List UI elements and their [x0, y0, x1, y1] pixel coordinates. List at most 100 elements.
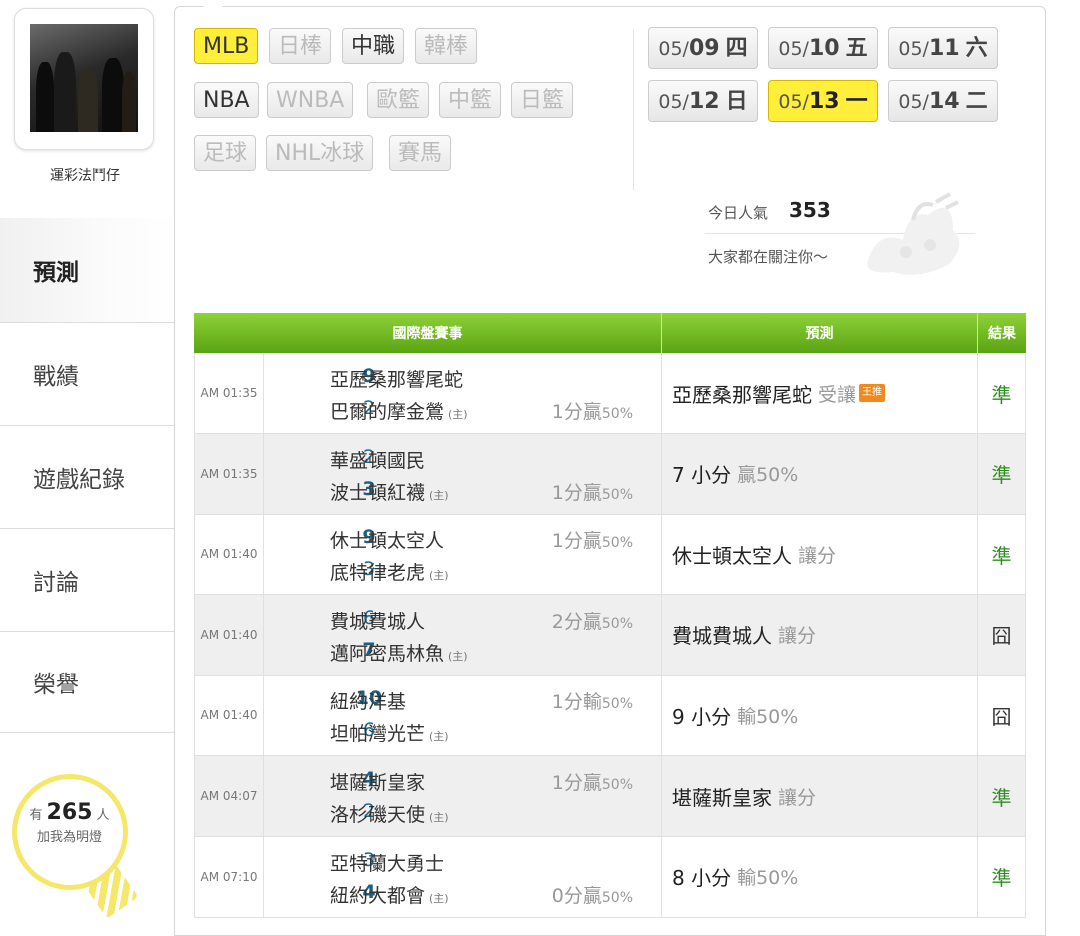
home-team-wrap[interactable]: 巴爾的摩金鶯 (主) — [330, 397, 468, 424]
handicap-pct: 50% — [601, 696, 633, 713]
prediction-note: 讓分 — [798, 544, 837, 567]
prediction-pick: 7 小分 — [672, 463, 732, 488]
handicap-line: 1分贏50% — [552, 478, 633, 505]
nav-label: 遊戲紀錄 — [33, 466, 125, 493]
home-team-wrap[interactable]: 坦帕灣光芒 (主) — [330, 719, 449, 746]
table-row: AM 04:07 4 堪薩斯皇家 2 洛杉磯天使 (主) 1分贏50% 堪薩斯皇家 讓分準 — [194, 756, 1026, 837]
result-mark: 囧 — [978, 675, 1026, 756]
nav-item-prediction[interactable]: 預測 — [0, 218, 175, 322]
avatar-image — [30, 24, 138, 132]
table-row: AM 01:35 2 華盛頓國民 3 波士頓紅襪 (主) 1分贏50% 7 小分 贏50% 準 — [194, 433, 1026, 515]
home-team-wrap[interactable]: 洛杉磯天使 (主) — [330, 800, 449, 827]
away-team[interactable]: 費城費城人 — [330, 607, 425, 634]
nav-label: 榮譽 — [33, 672, 79, 698]
handicap-pct: 50% — [601, 777, 633, 793]
home-mark: (主) — [448, 408, 468, 421]
home-team-wrap[interactable]: 波士頓紅襪 (主) — [330, 478, 449, 505]
table-header: 國際盤賽事 預測 結果 — [194, 313, 1026, 353]
sport-tab-soccer[interactable]: 足球 — [194, 135, 257, 171]
game-cell: 9 休士頓太空人 3 底特律老虎 (主) 1分贏50% — [264, 514, 662, 595]
fan-suffix: 人 — [96, 808, 110, 823]
avatar[interactable] — [14, 8, 154, 150]
game-cell: 2 華盛頓國民 3 波士頓紅襪 (主) 1分贏50% — [264, 433, 662, 514]
handicap-line: 1分贏50% — [552, 768, 633, 795]
sport-tab-cpbl[interactable]: 中職 — [342, 28, 405, 64]
home-team: 波士頓紅襪 — [330, 481, 426, 504]
game-time: AM 01:35 — [194, 433, 264, 514]
sport-tab-kbo[interactable]: 韓棒 — [415, 28, 478, 64]
nav-label: 預測 — [33, 260, 79, 286]
sport-tab-horse-racing[interactable]: 賽馬 — [389, 135, 452, 171]
handicap-pct: 50% — [601, 486, 633, 503]
nav-label: 討論 — [33, 569, 79, 596]
prediction-cell: 休士頓太空人 讓分 — [662, 514, 978, 595]
date-button-0510[interactable]: 05/10 五 — [768, 27, 878, 69]
nav-item-discussion[interactable]: 討論 — [0, 528, 175, 630]
nav-item-game-history[interactable]: 遊戲紀錄 — [0, 425, 175, 527]
date-button-0509[interactable]: 05/09 四 — [648, 27, 758, 69]
nav-label: 戰績 — [33, 363, 79, 390]
handicap-value: 1分贏 — [551, 530, 602, 553]
home-team: 坦帕灣光芒 — [330, 723, 426, 746]
sport-tab-nba[interactable]: NBA — [194, 82, 259, 118]
username[interactable]: 運彩法鬥仔 — [0, 165, 170, 185]
table-row: AM 01:40 6 費城費城人 7 邁阿密馬林魚 (主) 2分贏50% 費城費城人 讓分囧 — [194, 594, 1026, 676]
home-team: 邁阿密馬林魚 — [330, 642, 445, 665]
game-cell: 6 費城費城人 7 邁阿密馬林魚 (主) 2分贏50% — [264, 594, 662, 675]
fan-lightbulb[interactable]: 有 265 人 加我為明燈 — [10, 772, 140, 922]
prediction-cell: 7 小分 贏50% — [662, 433, 978, 514]
prediction-note: 輸50% — [737, 867, 799, 890]
sport-tab-china-basketball[interactable]: 中籃 — [439, 82, 502, 118]
prediction-pick: 8 小分 — [672, 866, 732, 891]
sport-tab-mlb[interactable]: MLB — [194, 28, 259, 64]
home-team: 洛杉磯天使 — [330, 804, 426, 826]
table-row: AM 01:40 10 紐約洋基 6 坦帕灣光芒 (主) 1分輸50% 9 小分 輸50% 囧 — [194, 675, 1026, 757]
game-cell: 10 紐約洋基 6 坦帕灣光芒 (主) 1分輸50% — [264, 675, 662, 756]
handicap-value: 1分贏 — [551, 481, 602, 504]
result-mark: 準 — [978, 353, 1026, 433]
home-mark: (主) — [429, 569, 449, 583]
nav-item-honor[interactable]: 榮譽 — [0, 631, 175, 733]
date-button-0512[interactable]: 05/12 日 — [648, 80, 758, 122]
prediction-pick: 堪薩斯皇家 — [672, 785, 772, 810]
away-team[interactable]: 紐約洋基 — [330, 687, 406, 714]
handicap-pct: 50% — [601, 889, 633, 906]
handicap-pct: 50% — [601, 406, 633, 422]
game-time: AM 01:40 — [194, 675, 264, 756]
prediction-cell: 亞歷桑那響尾蛇 受讓 王推 — [662, 353, 978, 433]
away-team[interactable]: 堪薩斯皇家 — [330, 768, 425, 795]
date-button-0513[interactable]: 05/13 一 — [768, 80, 878, 122]
game-time: AM 01:40 — [194, 514, 264, 595]
table-row: AM 07:10 3 亞特蘭大勇士 4 紐約大都會 (主) 0分贏50% 8 小分 輸50% 準 — [194, 836, 1026, 918]
handicap-line: 0分贏50% — [552, 881, 633, 908]
away-team[interactable]: 亞歷桑那響尾蛇 — [330, 365, 463, 392]
sport-tab-euro-basketball[interactable]: 歐籃 — [367, 82, 430, 118]
sport-tab-npb[interactable]: 日棒 — [269, 28, 332, 64]
game-cell: 9 亞歷桑那響尾蛇 2 巴爾的摩金鶯 (主) 1分贏50% — [264, 353, 662, 433]
away-team[interactable]: 休士頓太空人 — [330, 526, 444, 553]
home-team: 紐約大都會 — [330, 884, 426, 907]
sport-tab-japan-basketball[interactable]: 日籃 — [511, 82, 574, 118]
table-row: AM 01:40 9 休士頓太空人 3 底特律老虎 (主) 1分贏50% 休士頓太空人 讓分準 — [194, 514, 1026, 596]
prediction-pick: 亞歷桑那響尾蛇 — [672, 382, 812, 407]
prediction-cell: 9 小分 輸50% — [662, 675, 978, 756]
home-team: 巴爾的摩金鶯 — [330, 401, 445, 423]
fan-count: 265 — [46, 800, 93, 825]
date-button-0514[interactable]: 05/14 二 — [888, 80, 998, 122]
header-prediction: 預測 — [662, 313, 978, 353]
prediction-cell: 費城費城人 讓分 — [662, 594, 978, 675]
away-team[interactable]: 華盛頓國民 — [330, 446, 425, 473]
home-team-wrap[interactable]: 紐約大都會 (主) — [330, 881, 449, 908]
handicap-line: 1分贏50% — [552, 526, 633, 553]
date-button-0511[interactable]: 05/11 六 — [888, 27, 998, 69]
nav-item-record[interactable]: 戰績 — [0, 322, 175, 424]
sport-tab-wnba[interactable]: WNBA — [267, 82, 354, 118]
handicap-value: 0分贏 — [551, 884, 602, 907]
home-team-wrap[interactable]: 邁阿密馬林魚 (主) — [330, 639, 468, 666]
sport-tab-nhl[interactable]: NHL冰球 — [266, 135, 374, 171]
home-team-wrap[interactable]: 底特律老虎 (主) — [330, 558, 449, 585]
game-time: AM 01:35 — [194, 353, 264, 433]
prediction-pick: 休士頓太空人 — [672, 543, 792, 568]
away-team[interactable]: 亞特蘭大勇士 — [330, 849, 444, 876]
home-mark: (主) — [429, 730, 449, 744]
